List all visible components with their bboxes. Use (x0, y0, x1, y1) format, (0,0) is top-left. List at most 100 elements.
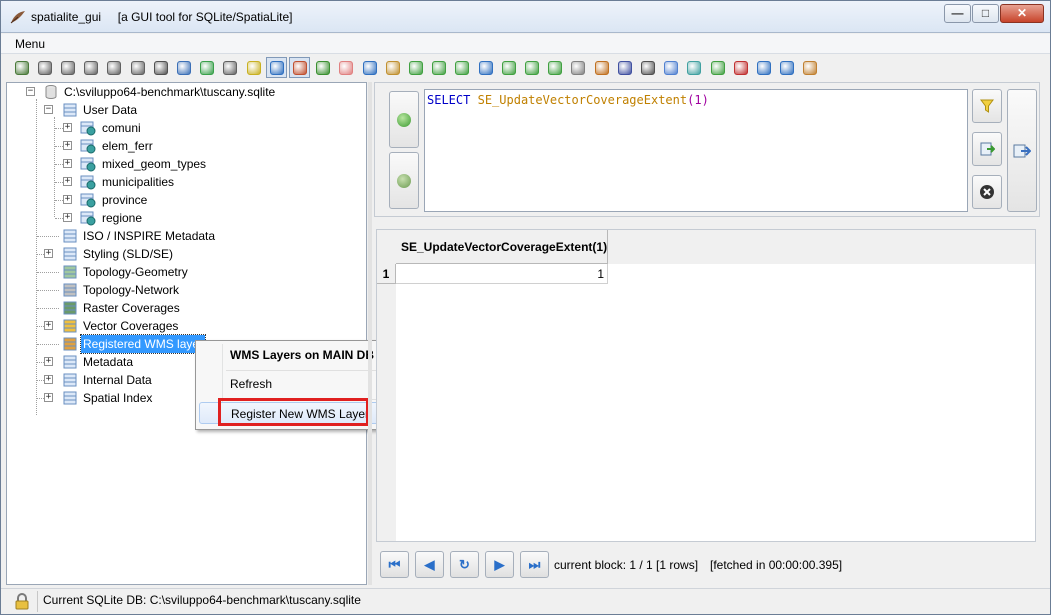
refresh-block-button[interactable]: ↻ (450, 551, 479, 578)
last-block-button[interactable]: ⏭ (520, 551, 549, 578)
toolbar-loadxl-button[interactable] (266, 57, 288, 78)
status-bar: Current SQLite DB: C:\sviluppo64-benchma… (1, 588, 1050, 614)
tree-node-styling[interactable]: + Styling (SLD/SE) (7, 245, 362, 263)
prev-block-button[interactable]: ◀ (415, 551, 444, 578)
clear-sql-button[interactable] (972, 175, 1002, 209)
toolbar-dxf-button[interactable] (452, 57, 473, 78)
toolbar-vacuum-button[interactable] (173, 57, 194, 78)
toolbar-loadshp-button[interactable] (220, 57, 241, 78)
toolbar-virtualxl-button[interactable] (336, 57, 357, 78)
toolbar-sql-script-button[interactable] (197, 57, 218, 78)
load-sql-button[interactable] (972, 132, 1002, 166)
history-forward-button[interactable] (389, 152, 419, 209)
toolbar-virtualdbf-button[interactable] (313, 57, 334, 78)
minimize-button[interactable]: — (944, 4, 971, 23)
toolbar-help-button[interactable] (591, 57, 612, 78)
expand-icon[interactable]: + (63, 213, 72, 222)
toolbar-virtualshp-button[interactable] (289, 57, 311, 78)
toolbar-exif-button[interactable] (382, 57, 403, 78)
row-header[interactable]: 1 (377, 264, 396, 284)
expand-icon[interactable]: + (44, 393, 53, 402)
toolbar-memory-load-button[interactable] (104, 57, 125, 78)
spatial-table-icon (80, 157, 96, 172)
next-block-button[interactable]: ▶ (485, 551, 514, 578)
tree-node-user-data[interactable]: − User Data (7, 101, 362, 119)
tree-node-topology-network[interactable]: Topology-Network (7, 281, 362, 299)
tree-root[interactable]: − C:\sviluppo64-benchmark\tuscany.sqlite (7, 83, 362, 101)
expand-icon[interactable]: + (44, 321, 53, 330)
pane-splitter[interactable] (368, 82, 372, 585)
menu-main[interactable]: Menu (15, 37, 45, 51)
toolbar-memory-db-button[interactable] (81, 57, 102, 78)
expand-icon[interactable]: + (44, 249, 53, 258)
filter-button[interactable] (972, 89, 1002, 123)
toolbar-loaddbf-button[interactable] (243, 57, 264, 78)
tree-table-mixed_geom_types[interactable]: + mixed_geom_types (7, 155, 362, 173)
toolbar-pdf-button[interactable] (730, 57, 751, 78)
tree-node-iso-metadata[interactable]: ISO / INSPIRE Metadata (7, 227, 362, 245)
expand-icon[interactable]: + (63, 159, 72, 168)
tree-label-styling: Styling (SLD/SE) (83, 247, 174, 261)
toolbar-charset-button[interactable] (521, 57, 542, 78)
collapse-icon[interactable]: − (44, 105, 53, 114)
tree-table-comuni[interactable]: + comuni (7, 119, 362, 137)
toolbar-help2-button[interactable] (777, 57, 798, 78)
first-icon: ⏮ (388, 556, 401, 572)
app-window: spatialite_gui [a GUI tool for SQLite/Sp… (0, 0, 1051, 615)
tree-node-vector-coverages[interactable]: + Vector Coverages (7, 317, 362, 335)
toolbar-memory-export-button[interactable] (150, 57, 171, 78)
execute-sql-button[interactable] (1007, 89, 1037, 212)
tree-table-regione[interactable]: + regione (7, 209, 362, 227)
load-sql-icon (980, 142, 995, 156)
toolbar-connect-button[interactable] (11, 57, 32, 78)
database-tree[interactable]: − C:\sviluppo64-benchmark\tuscany.sqlite… (6, 82, 367, 585)
toolbar-virtualxl-icon (339, 60, 354, 75)
tree-table-elem_ferr[interactable]: + elem_ferr (7, 137, 362, 155)
toolbar-exit-button[interactable] (800, 57, 821, 78)
toolbar-sql-log-button[interactable] (568, 57, 589, 78)
toolbar-loaddbf-icon (246, 60, 261, 75)
expand-icon[interactable]: + (63, 177, 72, 186)
expand-icon[interactable]: + (63, 195, 72, 204)
results-grid[interactable]: SE_UpdateVectorCoverageExtent(1) 1 1 (376, 229, 1036, 542)
grid-cell[interactable]: 1 (396, 264, 608, 284)
tree-node-raster-coverages[interactable]: Raster Coverages (7, 299, 362, 317)
toolbar-network-icon (362, 60, 377, 75)
close-button[interactable]: ✕ (1000, 4, 1044, 23)
toolbar-wms-button[interactable] (661, 57, 682, 78)
expand-icon[interactable]: + (44, 375, 53, 384)
toolbar-prefs-button[interactable] (637, 57, 658, 78)
feather-app-icon (10, 11, 25, 24)
toolbar-check-geom-button[interactable] (684, 57, 705, 78)
toolbar-network-button[interactable] (359, 57, 380, 78)
history-back-button[interactable] (389, 91, 419, 148)
tree-label-iso-metadata: ISO / INSPIRE Metadata (83, 229, 216, 243)
sql-editor[interactable]: SELECT SE_UpdateVectorCoverageExtent(1) (424, 89, 968, 212)
collapse-icon[interactable]: − (26, 87, 35, 96)
tree-root-label: C:\sviluppo64-benchmark\tuscany.sqlite (64, 85, 276, 99)
maximize-button[interactable]: □ (972, 4, 999, 23)
expand-icon[interactable]: + (63, 123, 72, 132)
first-block-button[interactable]: ⏮ (380, 551, 409, 578)
toolbar-disconnect-button[interactable] (34, 57, 55, 78)
toolbar-attach-button[interactable] (545, 57, 566, 78)
toolbar-loadxml-icon (478, 60, 493, 75)
toolbar-gps-button[interactable] (405, 57, 426, 78)
toolbar-info-button[interactable] (753, 57, 774, 78)
toolbar-loadxml-button[interactable] (475, 57, 496, 78)
toolbar-wfs-button[interactable] (429, 57, 450, 78)
tree-node-topology-geometry[interactable]: Topology-Geometry (7, 263, 362, 281)
tree-table-municipalities[interactable]: + municipalities (7, 173, 362, 191)
toolbar-about-button[interactable] (614, 57, 635, 78)
tree-table-province[interactable]: + province (7, 191, 362, 209)
toolbar-create-db-button[interactable] (57, 57, 78, 78)
toolbar-srids-button[interactable] (498, 57, 519, 78)
title-bar[interactable]: spatialite_gui [a GUI tool for SQLite/Sp… (1, 1, 1050, 33)
toolbar-sanitize-button[interactable] (707, 57, 728, 78)
expand-icon[interactable]: + (44, 357, 53, 366)
expand-icon[interactable]: + (63, 141, 72, 150)
toolbar-memory-save-button[interactable] (127, 57, 148, 78)
column-header[interactable]: SE_UpdateVectorCoverageExtent(1) (396, 230, 608, 264)
next-icon: ▶ (494, 556, 505, 572)
back-arrow-icon (397, 112, 411, 127)
